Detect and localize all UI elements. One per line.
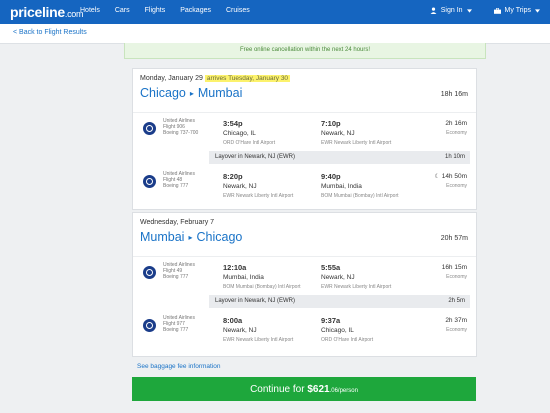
airline-info: United Airlines Flight 977 Boeing 777 <box>163 315 195 333</box>
departure-time: 8:20p <box>223 172 243 181</box>
priceline-logo[interactable]: priceline.com <box>10 4 84 20</box>
cancellation-notice: Free online cancellation within the next… <box>124 43 486 59</box>
layover-bar: Layover in Newark, NJ (EWR) 1h 10m <box>209 151 470 164</box>
departure-airport: ORD O'Hare Intl Airport <box>223 140 276 146</box>
cabin-class: Economy <box>446 274 467 280</box>
departure-time: 8:00a <box>223 316 243 325</box>
main-nav: Hotels Cars Flights Packages Cruises <box>80 7 250 14</box>
arrival-time: 9:37a <box>321 316 341 325</box>
chevron-down-icon <box>466 8 472 13</box>
segment-duration: ☾ 14h 50m <box>434 173 468 180</box>
cabin-class: Economy <box>446 327 467 333</box>
arrival-time: 9:40p <box>321 172 341 181</box>
airline-info: United Airlines Flight 49 Boeing 777 <box>163 262 195 280</box>
arrival-airport: BOM Mumbai (Bombay) Intl Airport <box>321 193 399 199</box>
arrow-right-icon: ▸ <box>188 232 193 242</box>
arrival-city: Mumbai, India <box>321 183 362 190</box>
airline-info: United Airlines Flight 906 Boeing 737-700 <box>163 118 199 136</box>
route-title: Mumbai ▸ Chicago <box>140 230 243 244</box>
departure-date: Monday, January 29 arrives Tuesday, Janu… <box>140 75 291 82</box>
layover-bar: Layover in Newark, NJ (EWR) 2h 5m <box>209 295 470 308</box>
my-trips-label: My Trips <box>504 7 531 14</box>
segment-duration: 2h 16m <box>445 120 467 127</box>
nav-cars[interactable]: Cars <box>115 7 130 14</box>
my-trips-menu[interactable]: My Trips <box>493 7 540 14</box>
arrival-city: Chicago, IL <box>321 327 354 334</box>
user-icon <box>430 7 437 14</box>
continue-button[interactable]: Continue for $621.06/person <box>132 377 476 401</box>
arrival-time: 5:55a <box>321 263 341 272</box>
departure-city: Chicago, IL <box>223 130 256 137</box>
chevron-down-icon <box>535 8 540 13</box>
arrival-airport: EWR Newark Liberty Intl Airport <box>321 284 392 290</box>
total-duration: 18h 16m <box>440 91 468 98</box>
arrival-city: Newark, NJ <box>321 130 355 137</box>
arrival-city: Newark, NJ <box>321 274 355 281</box>
departure-time: 3:54p <box>223 119 243 128</box>
back-to-results-link[interactable]: < Back to Flight Results <box>13 29 87 36</box>
united-logo <box>143 122 156 135</box>
return-trip-card: Wednesday, February 7 Mumbai ▸ Chicago 20h… <box>132 212 477 357</box>
departure-time: 12:10a <box>223 263 247 272</box>
arrival-date-highlight: arrives Tuesday, January 30 <box>204 75 291 82</box>
top-navigation-bar: priceline.com Hotels Cars Flights Packag… <box>0 0 550 24</box>
arrival-airport: EWR Newark Liberty Intl Airport <box>321 140 392 146</box>
segment-duration: 2h 37m <box>445 317 467 324</box>
united-logo <box>143 266 156 279</box>
airline-info: United Airlines Flight 48 Boeing 777 <box>163 171 195 189</box>
flight-segment: United Airlines Flight 48 Boeing 777 8:20p… <box>133 166 476 210</box>
departure-airport: EWR Newark Liberty Intl Airport <box>223 337 294 343</box>
total-duration: 20h 57m <box>440 235 468 242</box>
nav-packages[interactable]: Packages <box>180 7 211 14</box>
arrival-time: 7:10p <box>321 119 341 128</box>
departure-city: Mumbai, India <box>223 274 264 281</box>
united-logo <box>143 319 156 332</box>
outbound-trip-card: Monday, January 29 arrives Tuesday, Janu… <box>132 68 477 210</box>
briefcase-icon <box>493 7 501 14</box>
flight-segment: United Airlines Flight 977 Boeing 777 8:00… <box>133 310 476 354</box>
sub-header: < Back to Flight Results <box>0 24 550 44</box>
cabin-class: Economy <box>446 130 467 136</box>
united-logo <box>143 175 156 188</box>
sign-in-label: Sign In <box>440 7 463 14</box>
arrival-airport: ORD O'Hare Intl Airport <box>321 337 374 343</box>
departure-airport: EWR Newark Liberty Intl Airport <box>223 193 294 199</box>
segment-duration: 16h 15m <box>441 264 467 271</box>
nav-hotels[interactable]: Hotels <box>80 7 100 14</box>
departure-city: Newark, NJ <box>223 327 257 334</box>
departure-city: Newark, NJ <box>223 183 257 190</box>
arrow-right-icon: ▸ <box>189 88 194 98</box>
cabin-class: Economy <box>446 183 467 189</box>
nav-cruises[interactable]: Cruises <box>226 7 250 14</box>
sign-in-menu[interactable]: Sign In <box>430 7 472 14</box>
nav-flights[interactable]: Flights <box>145 7 166 14</box>
baggage-fee-link[interactable]: See baggage fee information <box>137 363 220 370</box>
moon-icon: ☾ <box>434 174 440 180</box>
route-title: Chicago ▸ Mumbai <box>140 86 243 100</box>
departure-airport: BOM Mumbai (Bombay) Intl Airport <box>223 284 301 290</box>
departure-date: Wednesday, February 7 <box>140 219 215 226</box>
